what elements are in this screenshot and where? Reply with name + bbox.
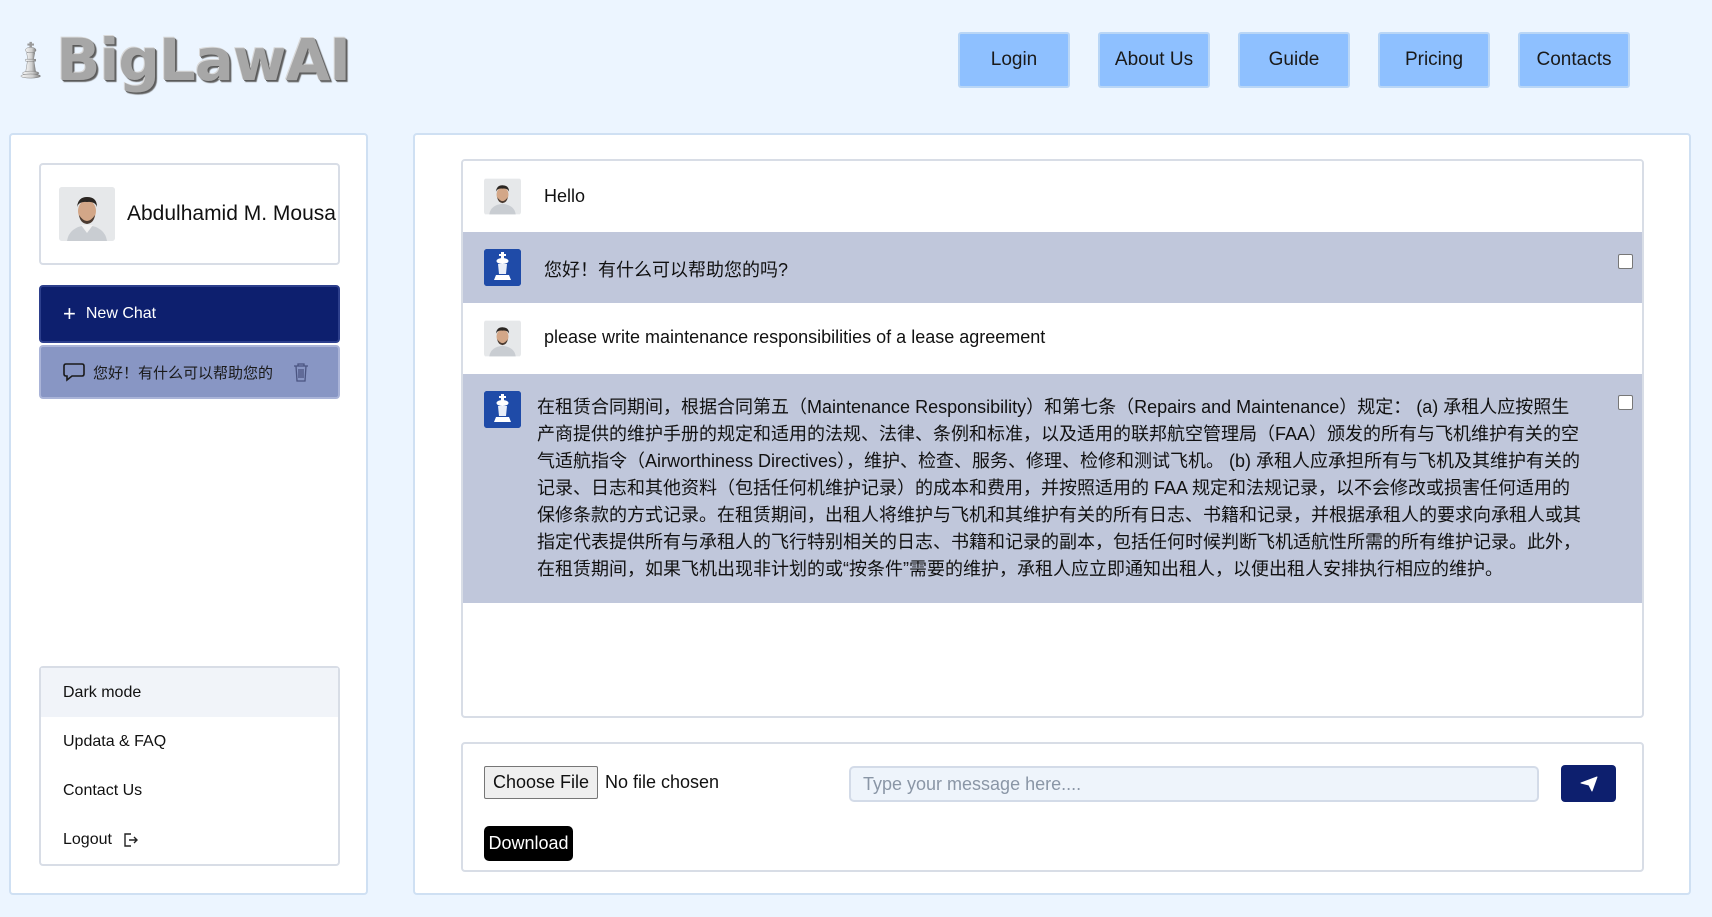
chat-history-item[interactable]: 您好！有什么可以帮助您的 <box>39 345 340 399</box>
composer: Choose File No file chosen Download <box>461 742 1644 872</box>
plus-icon: + <box>63 301 76 326</box>
chess-king-icon <box>20 41 41 79</box>
message-text: 您好！有什么可以帮助您的吗? <box>544 260 789 280</box>
download-button[interactable]: Download <box>484 826 573 861</box>
chess-king-icon <box>484 391 521 428</box>
message-text: please write maintenance responsibilitie… <box>544 327 1046 347</box>
select-message-checkbox[interactable] <box>1618 395 1633 410</box>
paper-plane-icon <box>1580 776 1597 791</box>
trash-icon[interactable] <box>293 362 309 382</box>
bot-avatar <box>484 391 521 428</box>
sidebar: Abdulhamid M. Mousa + New Chat 您好！有什么可以帮… <box>9 133 368 895</box>
avatar <box>59 187 115 241</box>
pricing-button[interactable]: Pricing <box>1378 32 1490 88</box>
update-faq-item[interactable]: Updata & FAQ <box>41 717 338 766</box>
message-list: Hello 您好！有什么可以帮助您的吗? please write mainte… <box>461 159 1644 718</box>
message-text: 在租赁合同期间，根据合同第五（Maintenance Responsibilit… <box>537 397 1581 579</box>
file-status: No file chosen <box>605 772 720 792</box>
choose-file-button[interactable]: Choose File <box>484 766 598 799</box>
guide-button[interactable]: Guide <box>1238 32 1350 88</box>
brand-name: BigLawAI <box>56 26 351 94</box>
logout-label: Logout <box>63 830 112 848</box>
new-chat-button[interactable]: + New Chat <box>39 285 340 343</box>
message-text: Hello <box>544 186 586 206</box>
new-chat-label: New Chat <box>85 305 157 322</box>
message-input[interactable] <box>849 766 1539 802</box>
contacts-button[interactable]: Contacts <box>1518 32 1630 88</box>
user-avatar-icon <box>484 178 521 215</box>
user-name: Abdulhamid M. Mousa <box>127 202 336 225</box>
user-profile-card[interactable]: Abdulhamid M. Mousa <box>39 163 340 265</box>
chat-history-label: 您好！有什么可以帮助您的 <box>93 364 274 382</box>
top-nav: Login About Us Guide Pricing Contacts <box>958 32 1630 88</box>
brand-logo[interactable]: BigLawAI <box>20 14 351 106</box>
logout-icon <box>124 832 138 847</box>
user-avatar <box>484 178 521 215</box>
logout-item[interactable]: Logout <box>41 815 338 864</box>
user-avatar-icon <box>484 320 521 357</box>
dark-mode-item[interactable]: Dark mode <box>41 668 338 717</box>
bot-avatar <box>484 249 521 286</box>
send-button[interactable] <box>1561 765 1616 802</box>
chat-panel: Hello 您好！有什么可以帮助您的吗? please write mainte… <box>413 133 1691 895</box>
about-us-button[interactable]: About Us <box>1098 32 1210 88</box>
select-message-checkbox[interactable] <box>1618 254 1633 269</box>
bot-message: 在租赁合同期间，根据合同第五（Maintenance Responsibilit… <box>463 374 1642 603</box>
user-message: Hello <box>463 161 1642 232</box>
user-avatar-icon <box>59 187 115 241</box>
chat-bubble-icon <box>63 363 85 382</box>
login-button[interactable]: Login <box>958 32 1070 88</box>
bot-message: 您好！有什么可以帮助您的吗? <box>463 232 1642 303</box>
user-message: please write maintenance responsibilitie… <box>463 303 1642 374</box>
contact-us-item[interactable]: Contact Us <box>41 766 338 815</box>
settings-menu: Dark mode Updata & FAQ Contact Us Logout <box>39 666 340 866</box>
chess-king-icon <box>484 249 521 286</box>
user-avatar <box>484 320 521 357</box>
